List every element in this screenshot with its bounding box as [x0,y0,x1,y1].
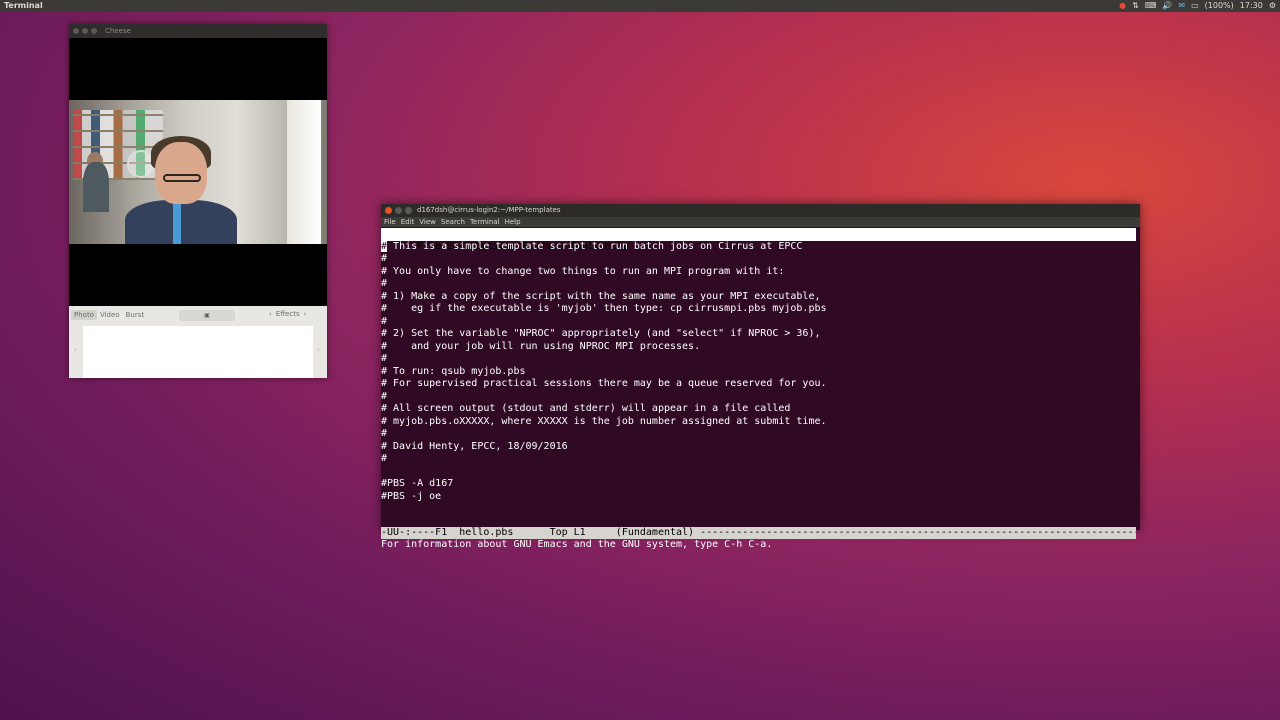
buffer-line: # To run: qsub myjob.pbs [381,365,526,377]
indicator-area: ● ⇅ ⌨ 🔊 ✉ ▭ (100%) 17:30 ⚙ [1119,0,1276,12]
terminal-window: d167dsh@cirrus-login2:~/MPP-templates Fi… [381,204,1140,550]
keyboard-layout-icon[interactable]: ⌨ [1145,0,1157,12]
minimize-icon[interactable] [82,28,88,34]
network-updown-icon[interactable]: ⇅ [1132,0,1139,12]
minimize-icon[interactable] [395,207,402,214]
chevron-right-icon[interactable]: › [304,310,307,318]
thumb-scroll-left-icon[interactable]: ‹ [74,346,77,354]
buffer-line: # [381,253,388,264]
buffer-line: # David Henty, EPCC, 18/09/2016 [381,440,568,452]
buffer-line: # [381,453,388,464]
close-icon[interactable] [73,28,79,34]
buffer-line: # All screen output (stdout and stderr) … [381,403,791,414]
effects-control: ‹ Effects › [269,310,306,318]
emacs-modeline: -UU-:----F1 hello.pbs Top L1 (Fundamenta… [381,527,1136,539]
emacs-menubar: File Edit Options Buffers Tools Help [381,228,1136,252]
thumbnail-strip[interactable] [83,326,313,378]
buffer-line: # [381,278,388,289]
buffer-line: #PBS -A d167 [381,478,454,489]
battery-icon[interactable]: ▭ [1191,0,1199,12]
cheese-window: Cheese Photo Video Burst ▣ ‹ Effects › ‹… [69,24,327,378]
emacs-echo-area: For information about GNU Emacs and the … [381,539,773,550]
buffer-line: # This is a simple template script to ru… [381,240,803,254]
power-gear-icon[interactable]: ⚙ [1269,0,1276,12]
webcam-preview [69,100,327,244]
mode-selector: Photo Video Burst [71,310,147,320]
terminal-title: d167dsh@cirrus-login2:~/MPP-templates [417,206,561,214]
buffer-line: # 2) Set the variable "NPROC" appropriat… [381,328,821,339]
top-panel: Terminal ● ⇅ ⌨ 🔊 ✉ ▭ (100%) 17:30 ⚙ [0,0,1280,12]
buffer-line: # [381,353,388,364]
mode-photo[interactable]: Photo [71,310,97,320]
cheese-title: Cheese [105,27,131,35]
mode-burst[interactable]: Burst [123,310,148,320]
terminal-menu-terminal[interactable]: Terminal [470,217,500,227]
buffer-line: # eg if the executable is 'myjob' then t… [381,303,827,314]
mode-video[interactable]: Video [97,310,123,320]
buffer-line: # [381,315,388,327]
close-icon[interactable] [385,207,392,214]
volume-icon[interactable]: 🔊 [1162,0,1172,12]
buffer-line-text: This is a simple template script to run … [387,240,803,252]
buffer-line: # 1) Make a copy of the script with the … [381,290,821,302]
effects-button[interactable]: Effects [276,310,300,318]
chevron-left-icon[interactable]: ‹ [269,310,272,318]
buffer-line: # myjob.pbs.oXXXXX, where XXXXX is the j… [381,415,827,427]
terminal-menu-help[interactable]: Help [505,217,521,227]
cheese-titlebar[interactable]: Cheese [69,24,327,38]
active-app-name[interactable]: Terminal [4,0,43,12]
maximize-icon[interactable] [405,207,412,214]
maximize-icon[interactable] [91,28,97,34]
take-photo-button[interactable]: ▣ [179,310,235,321]
terminal-titlebar[interactable]: d167dsh@cirrus-login2:~/MPP-templates [381,204,1140,217]
buffer-line: # [381,390,388,402]
terminal-menu-file[interactable]: File [384,217,396,227]
terminal-menu-search[interactable]: Search [441,217,465,227]
terminal-menu-view[interactable]: View [419,217,436,227]
buffer-line: #PBS -j oe [381,490,442,502]
buffer-line: # [381,428,388,439]
battery-percent[interactable]: (100%) [1205,0,1234,12]
terminal-menu-edit[interactable]: Edit [401,217,415,227]
buffer-line: # You only have to change two things to … [381,265,785,277]
emacs-frame[interactable]: File Edit Options Buffers Tools Help # This i… [381,227,1140,550]
clock[interactable]: 17:30 [1240,0,1263,12]
update-icon[interactable]: ● [1119,0,1126,12]
buffer-line: # For supervised practical sessions ther… [381,378,827,389]
buffer-line: # and your job will run using NPROC MPI … [381,340,701,352]
mail-icon[interactable]: ✉ [1178,0,1185,12]
cheese-toolbar: Photo Video Burst ▣ ‹ Effects › ‹ › [69,306,327,378]
terminal-menubar: File Edit View Search Terminal Help [381,217,1140,227]
thumb-scroll-right-icon[interactable]: › [317,346,320,354]
